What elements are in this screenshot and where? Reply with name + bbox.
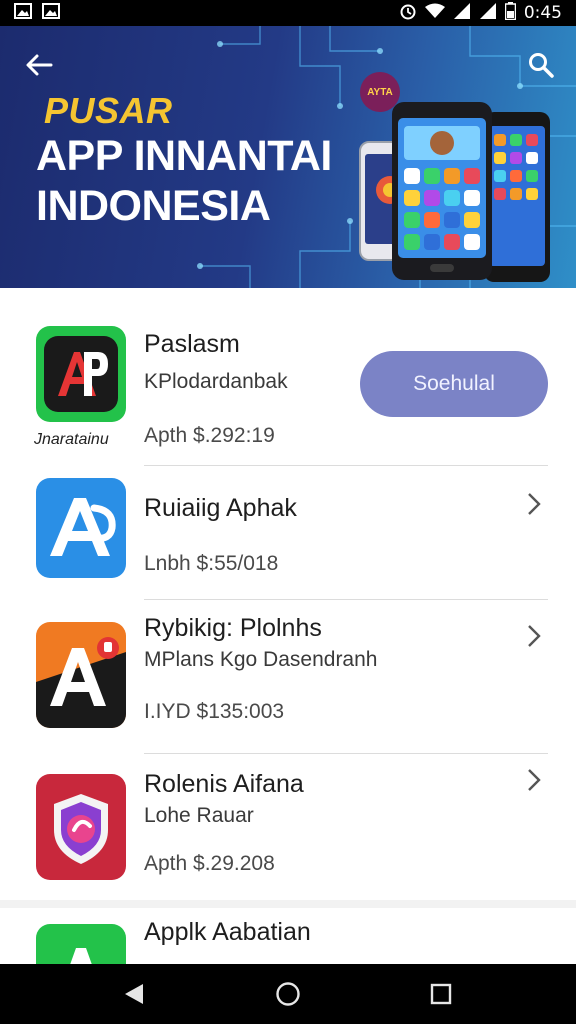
shield-icon [36,774,126,880]
app-price: Apth $.292:19 [144,424,275,447]
app-price: Apth $.29.208 [144,852,275,875]
status-bar: 0:45 [0,0,576,26]
nav-home-button[interactable] [272,978,304,1010]
image-icon [14,2,32,24]
app-subtitle: Lohe Rauar [144,804,254,827]
chevron-right-icon [524,622,544,650]
triangle-back-icon [125,984,143,1004]
banner-title-line1: APP INNANTAI [36,132,332,180]
app-subtitle: KPlodardanbak [144,370,288,393]
battery-icon [504,1,517,25]
app-price: I.IYD $135:003 [144,700,285,723]
app-price: Lnbh $:55/018 [144,552,279,575]
status-left-icons [14,2,60,24]
banner-badge: AYTA [360,72,400,112]
list-item[interactable]: Jnaratainu Paslasm KPlodardanbak Apth $.… [0,288,576,466]
list-item[interactable]: Rybikig: Plolnhs MPlans Kgo Dasendranh I… [0,600,576,754]
hero-banner: PUSAR APP INNANTAI INDONESIA AYTA [0,26,576,288]
app-list: Jnaratainu Paslasm KPlodardanbak Apth $.… [0,288,576,964]
banner-pretitle: PUSAR [44,90,173,131]
icon-caption: Jnaratainu [34,431,109,448]
signal-icon [479,2,497,25]
signal-icon [453,2,471,25]
letter-a-icon [36,478,126,578]
app-name: Applk Aabatian [144,918,311,946]
banner-title-line2: INDONESIA [36,182,271,230]
nav-back-button[interactable] [118,978,150,1010]
app-name: Rybikig: Plolnhs [144,614,322,642]
navigation-bar [0,964,576,1024]
list-item[interactable]: Ruiaiig Aphak Lnbh $:55/018 [0,466,576,600]
image-icon [42,2,60,24]
chevron-right-icon [524,766,544,794]
alarm-icon [399,2,417,25]
app-name: Rolenis Aifana [144,770,304,798]
list-item[interactable]: Rolenis Aifana Lohe Rauar Apth $.29.208 [0,754,576,900]
app-subtitle: MPlans Kgo Dasendranh [144,648,378,671]
status-right-icons: 0:45 [399,1,562,25]
nav-recents-button[interactable] [425,978,457,1010]
chevron-right-icon [524,490,544,518]
circle-home-icon [276,982,300,1006]
app-name: Paslasm [144,330,240,358]
back-button[interactable] [22,48,56,82]
square-recents-icon [430,983,452,1005]
app-name: Ruiaiig Aphak [144,494,297,522]
section-separator [0,900,576,908]
letter-a-icon [36,924,126,964]
back-arrow-icon [26,54,53,76]
a-lock-icon [36,622,126,728]
list-item[interactable]: Applk Aabatian [0,908,576,964]
install-button[interactable]: Soehulal [360,351,548,417]
status-time: 0:45 [523,3,562,23]
ap-logo-icon [36,326,126,422]
wifi-icon [424,3,445,24]
